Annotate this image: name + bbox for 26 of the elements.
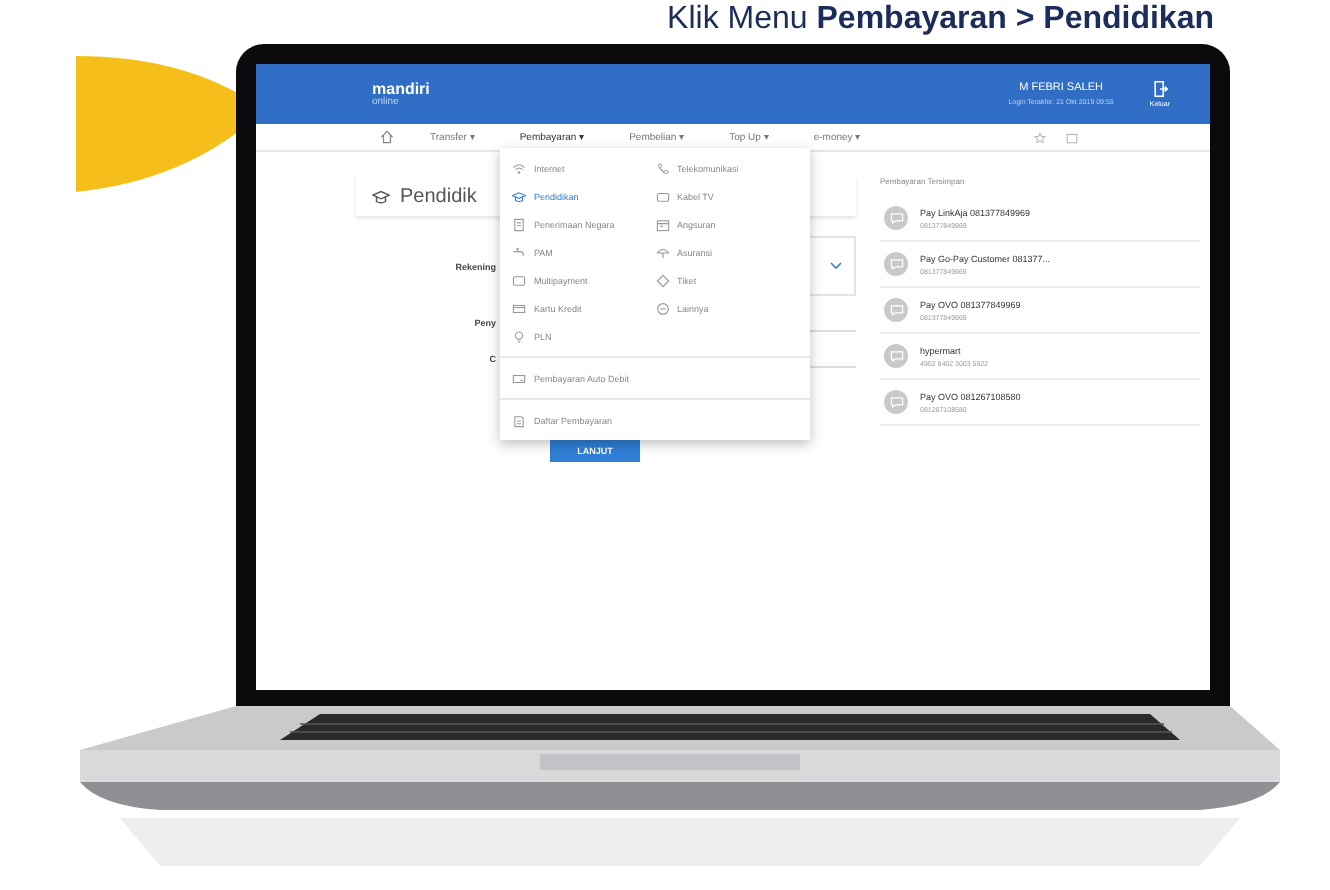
logo-text: mandiri [372, 81, 430, 97]
card-icon [512, 301, 526, 315]
chat-icon [884, 206, 908, 230]
document-icon [512, 217, 526, 231]
list-icon [512, 413, 526, 427]
ticket-icon [655, 273, 669, 287]
chevron-down-icon [830, 262, 842, 270]
bulb-icon [512, 329, 526, 343]
card-icon [512, 273, 526, 287]
card-icon [512, 371, 526, 385]
star-icon[interactable] [1034, 131, 1046, 143]
faucet-icon [512, 245, 526, 259]
graduation-cap-icon [372, 187, 390, 205]
home-icon[interactable] [380, 130, 394, 144]
page-title: Pendidik [400, 185, 477, 207]
chat-icon [884, 344, 908, 368]
wifi-icon [512, 161, 526, 175]
tv-icon [655, 189, 669, 203]
chat-icon [884, 252, 908, 276]
umbrella-icon [655, 245, 669, 259]
chat-icon [884, 298, 908, 322]
phone-icon [655, 161, 669, 175]
more-icon [655, 301, 669, 315]
graduation-cap-icon [512, 189, 526, 203]
instruction-heading: Klik Menu Pembayaran > Pendidikan [667, 2, 1214, 40]
chat-icon [884, 390, 908, 414]
